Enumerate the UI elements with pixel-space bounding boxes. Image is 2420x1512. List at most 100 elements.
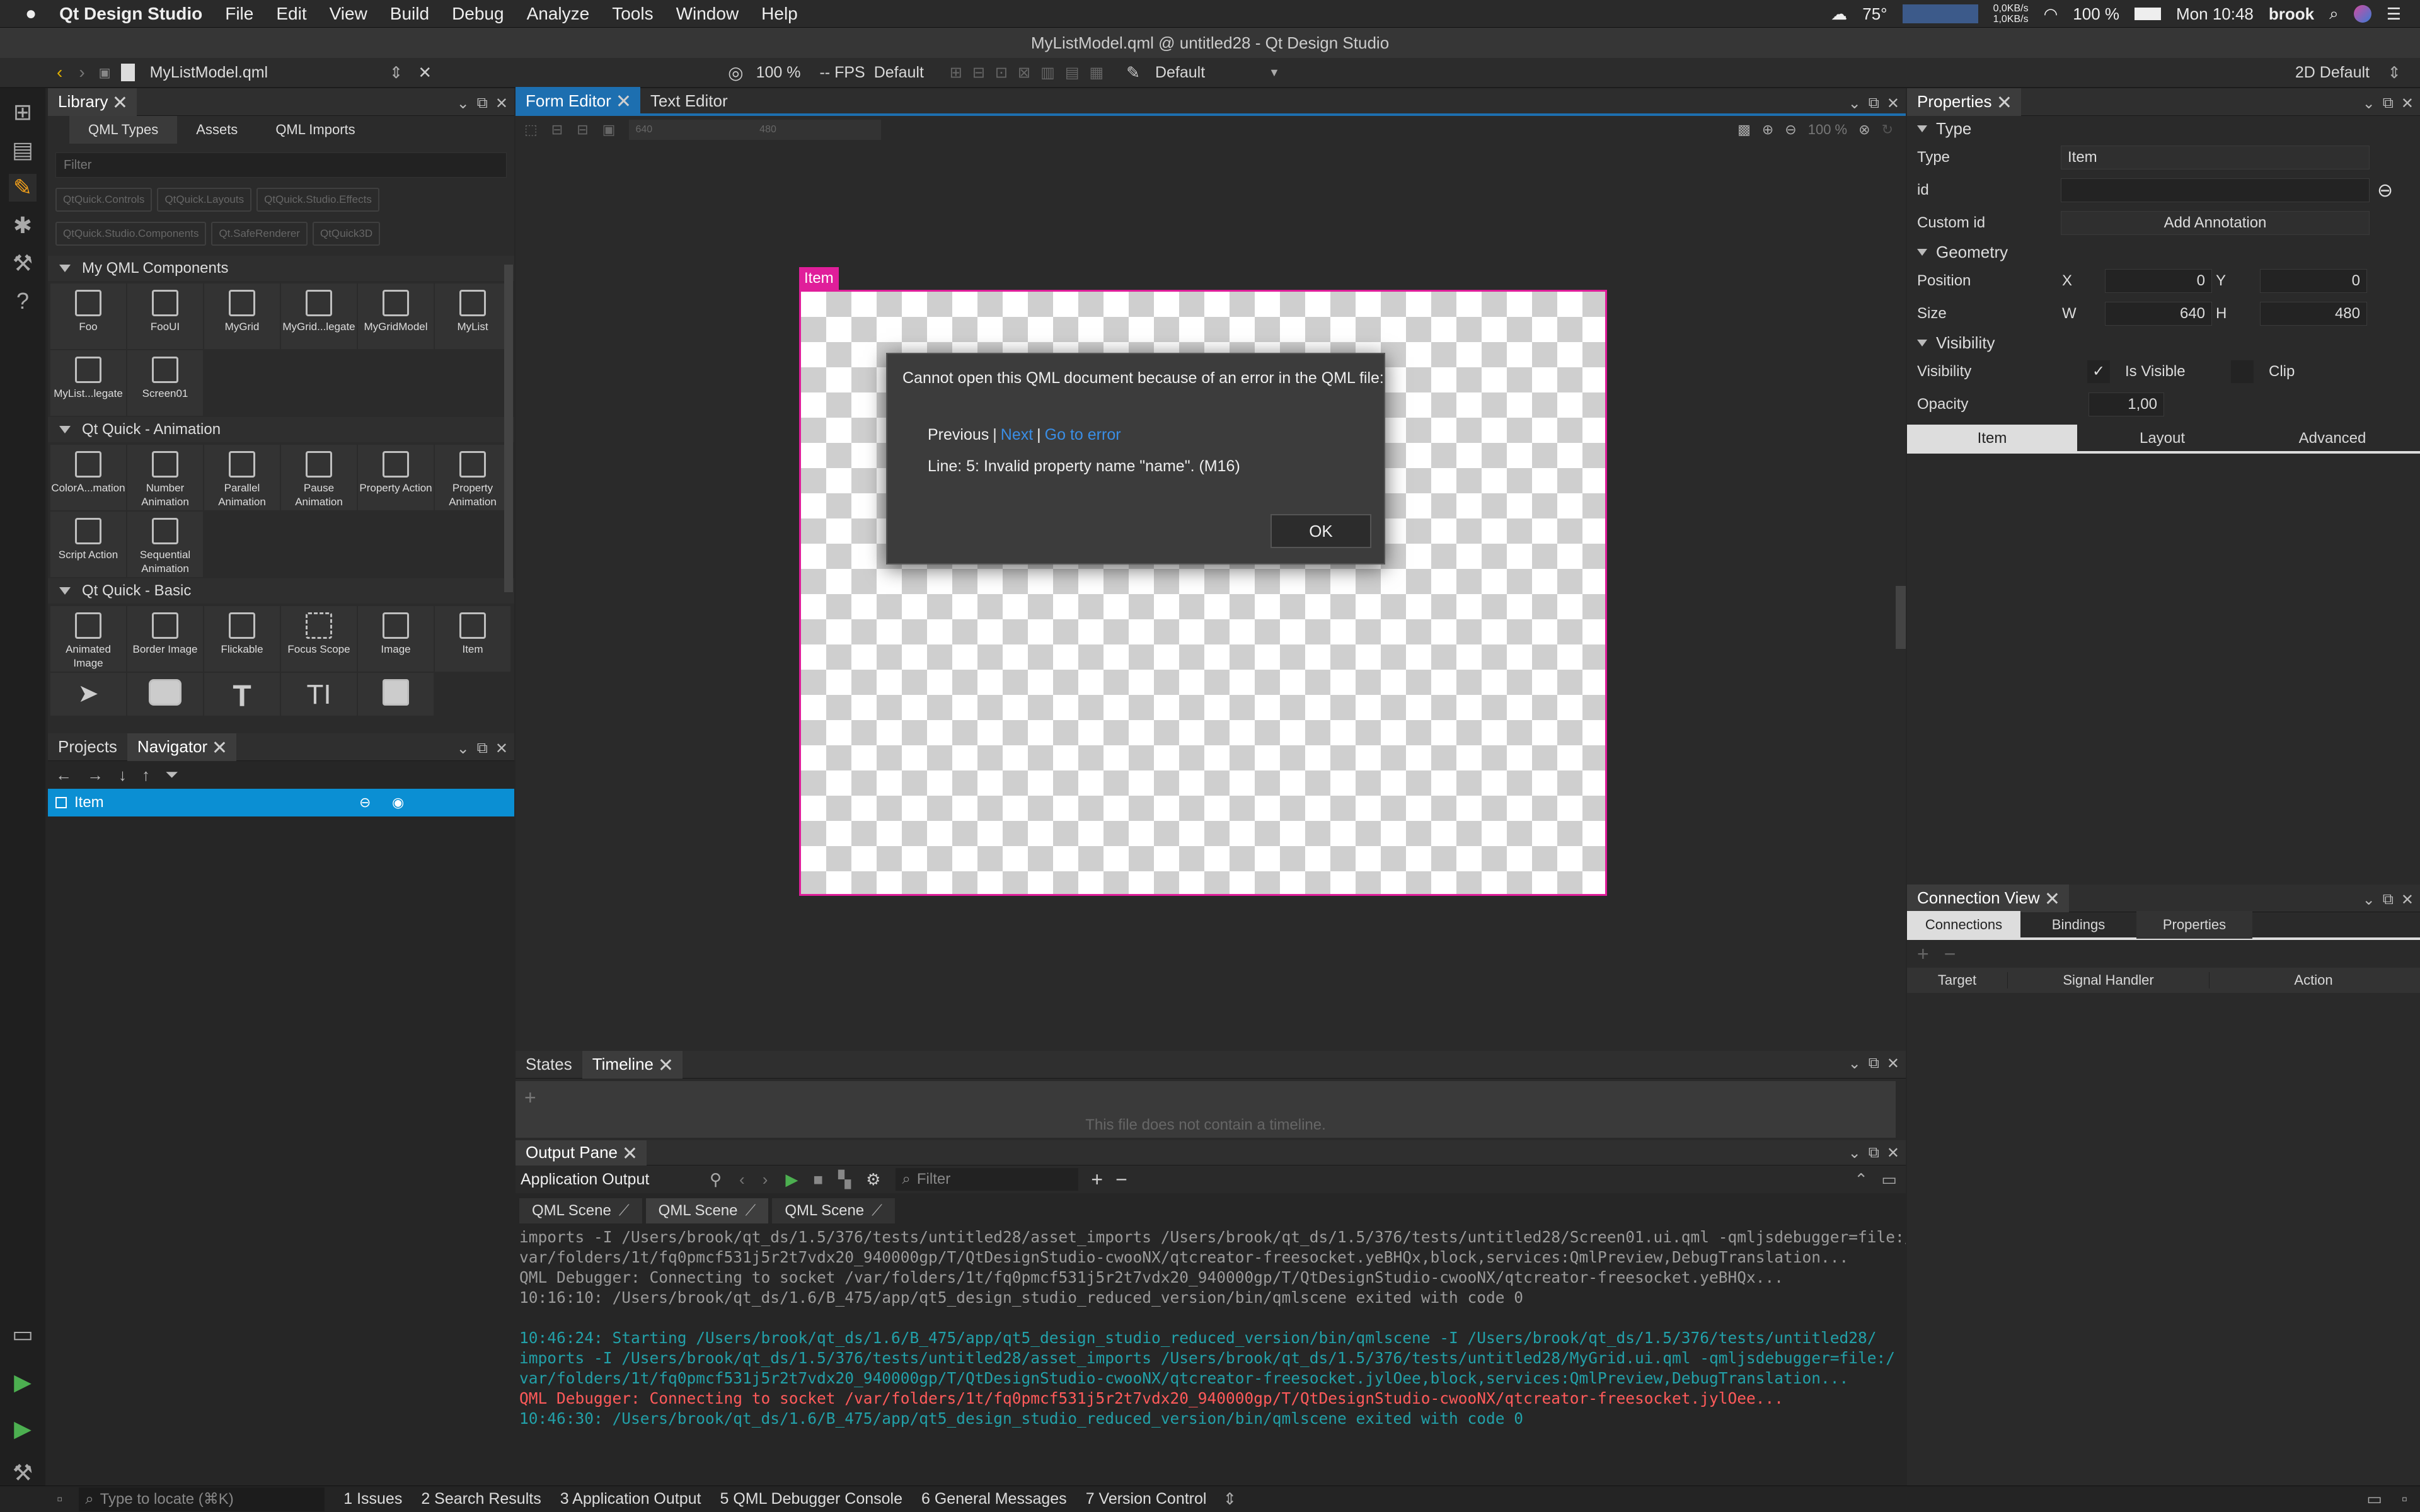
float-icon[interactable]: ⧉ [1869,1055,1879,1073]
chevron-down-icon[interactable]: ⌄ [2363,891,2375,909]
tab-text-editor[interactable]: Text Editor [640,87,738,115]
style-select[interactable]: Default [874,64,931,82]
float-icon[interactable]: ⧉ [2383,891,2394,909]
debug-attach-icon[interactable]: ▚ [838,1170,851,1189]
chevron-up-icon[interactable]: ⌃ [1854,1170,1868,1189]
column-signal-handler[interactable]: Signal Handler [2008,972,2210,988]
component-numberanimation[interactable]: Number Animation [127,445,203,510]
wifi-icon[interactable]: ◠ [2044,4,2058,24]
id-export-icon[interactable]: ⊖ [2377,180,2393,202]
component-image[interactable]: Image [358,606,434,672]
component-focusscope[interactable]: Focus Scope [281,606,357,672]
component-mygridmodel[interactable]: MyGridModel [358,284,434,349]
toggle-output-icon[interactable]: ▫ [2402,1489,2407,1509]
attach-icon[interactable]: ⚲ [710,1170,722,1189]
pane-qml-debugger-console[interactable]: 5 QML Debugger Console [720,1490,902,1508]
theme-dropdown-icon[interactable]: ▼ [1269,66,1280,79]
menu-file[interactable]: File [225,4,253,24]
tab-form-editor[interactable]: Form Editor [516,87,640,115]
pin-icon[interactable]: ⟋ [872,1202,882,1220]
close-icon[interactable] [659,1058,672,1072]
chevron-down-icon[interactable]: ⌄ [1848,1144,1861,1162]
component-flickable[interactable]: Flickable [204,606,280,672]
pane-search-results[interactable]: 2 Search Results [421,1490,541,1508]
menu-window[interactable]: Window [676,4,739,24]
help-mode-icon[interactable]: ? [9,287,37,315]
add-timeline-icon[interactable]: + [524,1086,536,1109]
column-action[interactable]: Action [2210,972,2417,988]
column-target[interactable]: Target [1907,972,2008,988]
zoom-out-icon[interactable]: ⊖ [1785,122,1796,138]
chevron-down-icon[interactable]: ⌄ [457,94,470,113]
arrow-down-icon[interactable]: ↓ [118,765,127,785]
close-icon[interactable] [2045,891,2059,905]
previous-link[interactable]: Previous [928,426,989,444]
next-icon[interactable]: › [763,1170,768,1189]
live-preview-icon[interactable]: ◎ [728,62,743,83]
add-annotation-button[interactable]: Add Annotation [2061,211,2370,235]
pane-version-control[interactable]: 7 Version Control [1086,1490,1207,1508]
tab-qml-scene[interactable]: QML Scene ⟋ [772,1198,895,1223]
menu-view[interactable]: View [330,4,367,24]
import-chip[interactable]: QtQuick.Controls [55,188,153,212]
geometry-section-header[interactable]: Geometry [1907,239,2420,265]
component-pauseanimation[interactable]: Pause Animation [281,445,357,510]
section-qt-quick-basic[interactable]: Qt Quick - Basic [48,578,514,604]
visibility-eye-icon[interactable]: ◉ [392,794,404,811]
tab-properties[interactable]: Properties [2136,911,2252,939]
reset-icon[interactable]: ↻ [1882,122,1893,138]
type-field[interactable]: Item [2061,146,2370,169]
import-chip[interactable]: QtQuick3D [312,222,381,246]
arrow-up-icon[interactable]: ↑ [142,765,150,785]
component-scriptaction[interactable]: Script Action [50,512,126,577]
component-mygrid-delegate[interactable]: MyGrid...legate [281,284,357,349]
run-icon[interactable]: ▶ [9,1368,37,1396]
projects-mode-icon[interactable]: ⚒ [9,249,37,277]
tab-qml-types[interactable]: QML Types [69,116,178,144]
remove-connection-icon[interactable]: − [1944,942,1956,966]
float-icon[interactable]: ⧉ [477,740,488,758]
pin-icon[interactable]: ⟋ [619,1202,630,1220]
tab-timeline[interactable]: Timeline [582,1050,683,1079]
component-propertyaction[interactable]: Property Action [358,445,434,510]
notification-center-icon[interactable]: ☰ [2387,4,2401,24]
visibility-section-header[interactable]: Visibility [1907,330,2420,355]
close-icon[interactable]: ✕ [1887,1144,1899,1162]
weather-icon[interactable]: ☁ [1831,4,1847,24]
component-mylist[interactable]: MyList [435,284,510,349]
float-icon[interactable]: ⧉ [2383,94,2394,113]
tab-properties[interactable]: Properties [1907,88,2021,116]
id-field[interactable] [2061,178,2370,202]
y-spinbox[interactable]: 0 [2260,269,2367,293]
weather-temp[interactable]: 75° [1862,4,1887,24]
stop-icon[interactable]: ■ [813,1170,823,1189]
tab-library[interactable]: Library [48,88,137,116]
battery-icon[interactable] [2135,8,2162,20]
component-propertyanimation[interactable]: Property Animation [435,445,510,510]
rerun-icon[interactable]: ▶ [785,1170,798,1189]
zoom-level[interactable]: 100 % [1808,122,1847,138]
ok-button[interactable]: OK [1270,514,1371,548]
add-connection-icon[interactable]: + [1917,942,1929,966]
selection-tool-icon[interactable]: ⬚ [524,122,538,138]
zoom-in-icon[interactable]: + [1091,1168,1103,1191]
component-sequentialanimation[interactable]: Sequential Animation [127,512,203,577]
close-icon[interactable] [212,740,226,754]
apple-icon[interactable]: ● [25,3,37,25]
component-textinput[interactable] [358,673,434,716]
spotlight-icon[interactable]: ⌕ [2329,4,2339,24]
component-fooui[interactable]: FooUI [127,284,203,349]
siri-icon[interactable] [2353,5,2371,23]
float-icon[interactable]: ⧉ [1869,1144,1879,1162]
pane-general-messages[interactable]: 6 General Messages [921,1490,1067,1508]
tab-advanced[interactable]: Advanced [2247,430,2417,447]
component-rectangle[interactable] [127,673,203,716]
locator-input[interactable]: ⌕ Type to locate (⌘K) [79,1487,325,1511]
menu-build[interactable]: Build [390,4,429,24]
pane-issues[interactable]: 1 Issues [343,1490,402,1508]
close-icon[interactable]: ✕ [1887,94,1899,113]
close-icon[interactable] [616,94,630,108]
component-text[interactable]: T [204,673,280,716]
is-visible-checkbox[interactable]: ✓ [2087,360,2110,383]
design-mode-icon[interactable]: ✎ [9,174,37,202]
